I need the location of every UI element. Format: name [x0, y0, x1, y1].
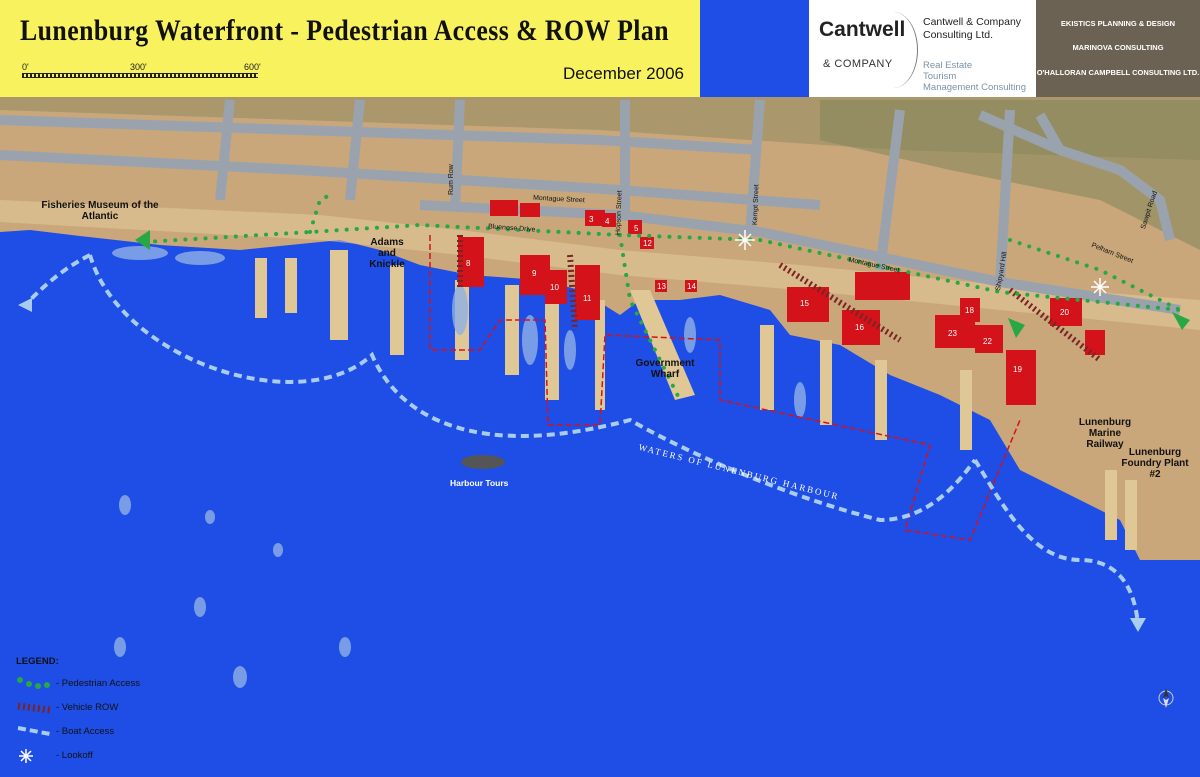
vehicle-row-icon — [17, 702, 51, 714]
harbour-tours-boat — [461, 455, 505, 469]
svg-text:19: 19 — [1013, 365, 1022, 374]
label-government-wharf: Government Wharf — [635, 358, 695, 380]
label-foundry: Lunenburg Foundry Plant #2 — [1121, 447, 1189, 480]
scale-tick-0: 0' — [22, 62, 29, 72]
svg-text:5: 5 — [634, 224, 639, 233]
partner-ekistics: EKISTICS PLANNING & DESIGN — [1060, 19, 1176, 28]
boat-access-icon — [17, 726, 51, 736]
svg-text:3: 3 — [589, 215, 594, 224]
partners-panel: EKISTICS PLANNING & DESIGN MARINOVA CONS… — [1036, 0, 1200, 97]
street-kempt: Kempt Street — [752, 184, 761, 226]
svg-text:23: 23 — [948, 329, 957, 338]
svg-text:9: 9 — [532, 269, 537, 278]
map-legend: LEGEND: - Pedestrian Access - Vehicle RO… — [16, 656, 186, 774]
svg-text:13: 13 — [657, 282, 666, 291]
svg-text:4: 4 — [605, 217, 610, 226]
scale-bar: 0' 300' 600' — [22, 62, 262, 80]
svg-text:14: 14 — [687, 282, 696, 291]
company-services: Real Estate Tourism Management Consultin… — [923, 60, 1026, 93]
partner-ohalloran: O'HALLORAN CAMPBELL CONSULTING LTD. — [1036, 68, 1200, 77]
label-harbour-tours: Harbour Tours — [450, 478, 509, 488]
svg-text:18: 18 — [965, 306, 974, 315]
svg-text:10: 10 — [550, 283, 559, 292]
cantwell-logo-amp: & COMPANY — [823, 58, 893, 70]
company-name: Cantwell & Company Consulting Ltd. — [923, 16, 1022, 41]
legend-item-vehicle-row: - Vehicle ROW — [16, 700, 186, 718]
north-arrow-icon — [1158, 688, 1174, 708]
svg-text:15: 15 — [800, 299, 809, 308]
label-fisheries-museum: Fisheries Museum of the Atlantic — [41, 200, 159, 222]
svg-text:16: 16 — [855, 323, 864, 332]
street-rum-row: Rum Row — [448, 164, 455, 195]
pedestrian-dots-icon — [17, 677, 50, 689]
legend-item-pedestrian: - Pedestrian Access — [16, 676, 186, 694]
map-date: December 2006 — [563, 64, 684, 83]
label-adams-knickle: Adams and Knickle — [369, 237, 405, 270]
legend-item-boat-access: - Boat Access — [16, 724, 186, 742]
label-marine-railway: Lunenburg Marine Railway — [1078, 417, 1132, 450]
lookoff-icon — [19, 749, 33, 763]
title-panel: Lunenburg Waterfront - Pedestrian Access… — [0, 0, 700, 97]
svg-text:22: 22 — [983, 337, 992, 346]
company-panel: Cantwell & COMPANY Cantwell & Company Co… — [809, 0, 1036, 97]
svg-text:20: 20 — [1060, 308, 1069, 317]
legend-title: LEGEND: — [16, 656, 59, 667]
svg-text:12: 12 — [643, 239, 652, 248]
legend-item-lookoff: - Lookoff — [16, 748, 186, 766]
svg-text:11: 11 — [583, 294, 592, 303]
svg-text:8: 8 — [466, 259, 471, 268]
scale-tick-300: 300' — [130, 62, 147, 72]
scale-tick-600: 600' — [244, 62, 261, 72]
map-title: Lunenburg Waterfront - Pedestrian Access… — [20, 14, 670, 47]
partner-marinova: MARINOVA CONSULTING — [1072, 43, 1164, 52]
